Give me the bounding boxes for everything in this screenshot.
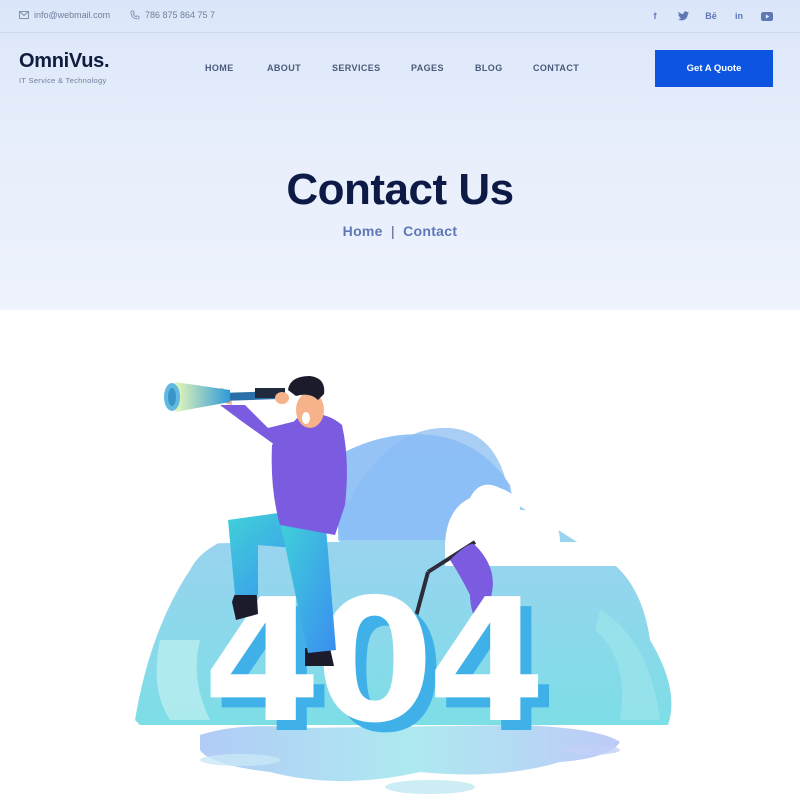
illustration-graphic: 404 404 bbox=[133, 376, 672, 794]
email-contact[interactable]: info@webmail.com bbox=[19, 10, 110, 20]
error-404-illustration: 404 404 bbox=[0, 310, 800, 800]
phone-text: 786 875 864 75 7 bbox=[145, 10, 216, 20]
phone-contact[interactable]: 786 875 864 75 7 bbox=[130, 10, 215, 20]
twitter-icon[interactable] bbox=[676, 9, 690, 23]
nav-item-home[interactable]: HOME bbox=[205, 63, 234, 73]
get-quote-button[interactable]: Get A Quote bbox=[655, 50, 773, 87]
site-logo[interactable]: OmniVus. IT Service & Technology bbox=[19, 50, 110, 85]
page-title: Contact Us bbox=[286, 165, 514, 214]
youtube-icon[interactable] bbox=[760, 9, 774, 23]
nav-item-services[interactable]: SERVICES bbox=[332, 63, 381, 73]
behance-icon[interactable]: Bē bbox=[704, 9, 718, 23]
nav-item-blog[interactable]: BLOG bbox=[475, 63, 503, 73]
mail-icon bbox=[19, 11, 29, 19]
nav-item-about[interactable]: ABOUT bbox=[267, 63, 301, 73]
brand-name: OmniVus. bbox=[19, 50, 110, 72]
phone-icon bbox=[130, 10, 140, 20]
email-text: info@webmail.com bbox=[34, 10, 111, 20]
breadcrumb: Home | Contact bbox=[0, 223, 800, 239]
facebook-icon[interactable]: f bbox=[648, 9, 662, 23]
breadcrumb-separator: | bbox=[390, 223, 395, 239]
breadcrumb-home-link[interactable]: Home bbox=[343, 223, 383, 239]
linkedin-icon[interactable]: in bbox=[732, 9, 746, 23]
nav-item-pages[interactable]: PAGES bbox=[411, 63, 444, 73]
top-bar: info@webmail.com 786 875 864 75 7 f Bē i… bbox=[0, 0, 800, 33]
nav-item-contact[interactable]: CONTACT bbox=[533, 63, 579, 73]
brand-tagline: IT Service & Technology bbox=[19, 76, 107, 85]
social-links: f Bē in bbox=[648, 9, 774, 23]
page-header: info@webmail.com 786 875 864 75 7 f Bē i… bbox=[0, 0, 800, 310]
breadcrumb-current: Contact bbox=[403, 223, 458, 239]
